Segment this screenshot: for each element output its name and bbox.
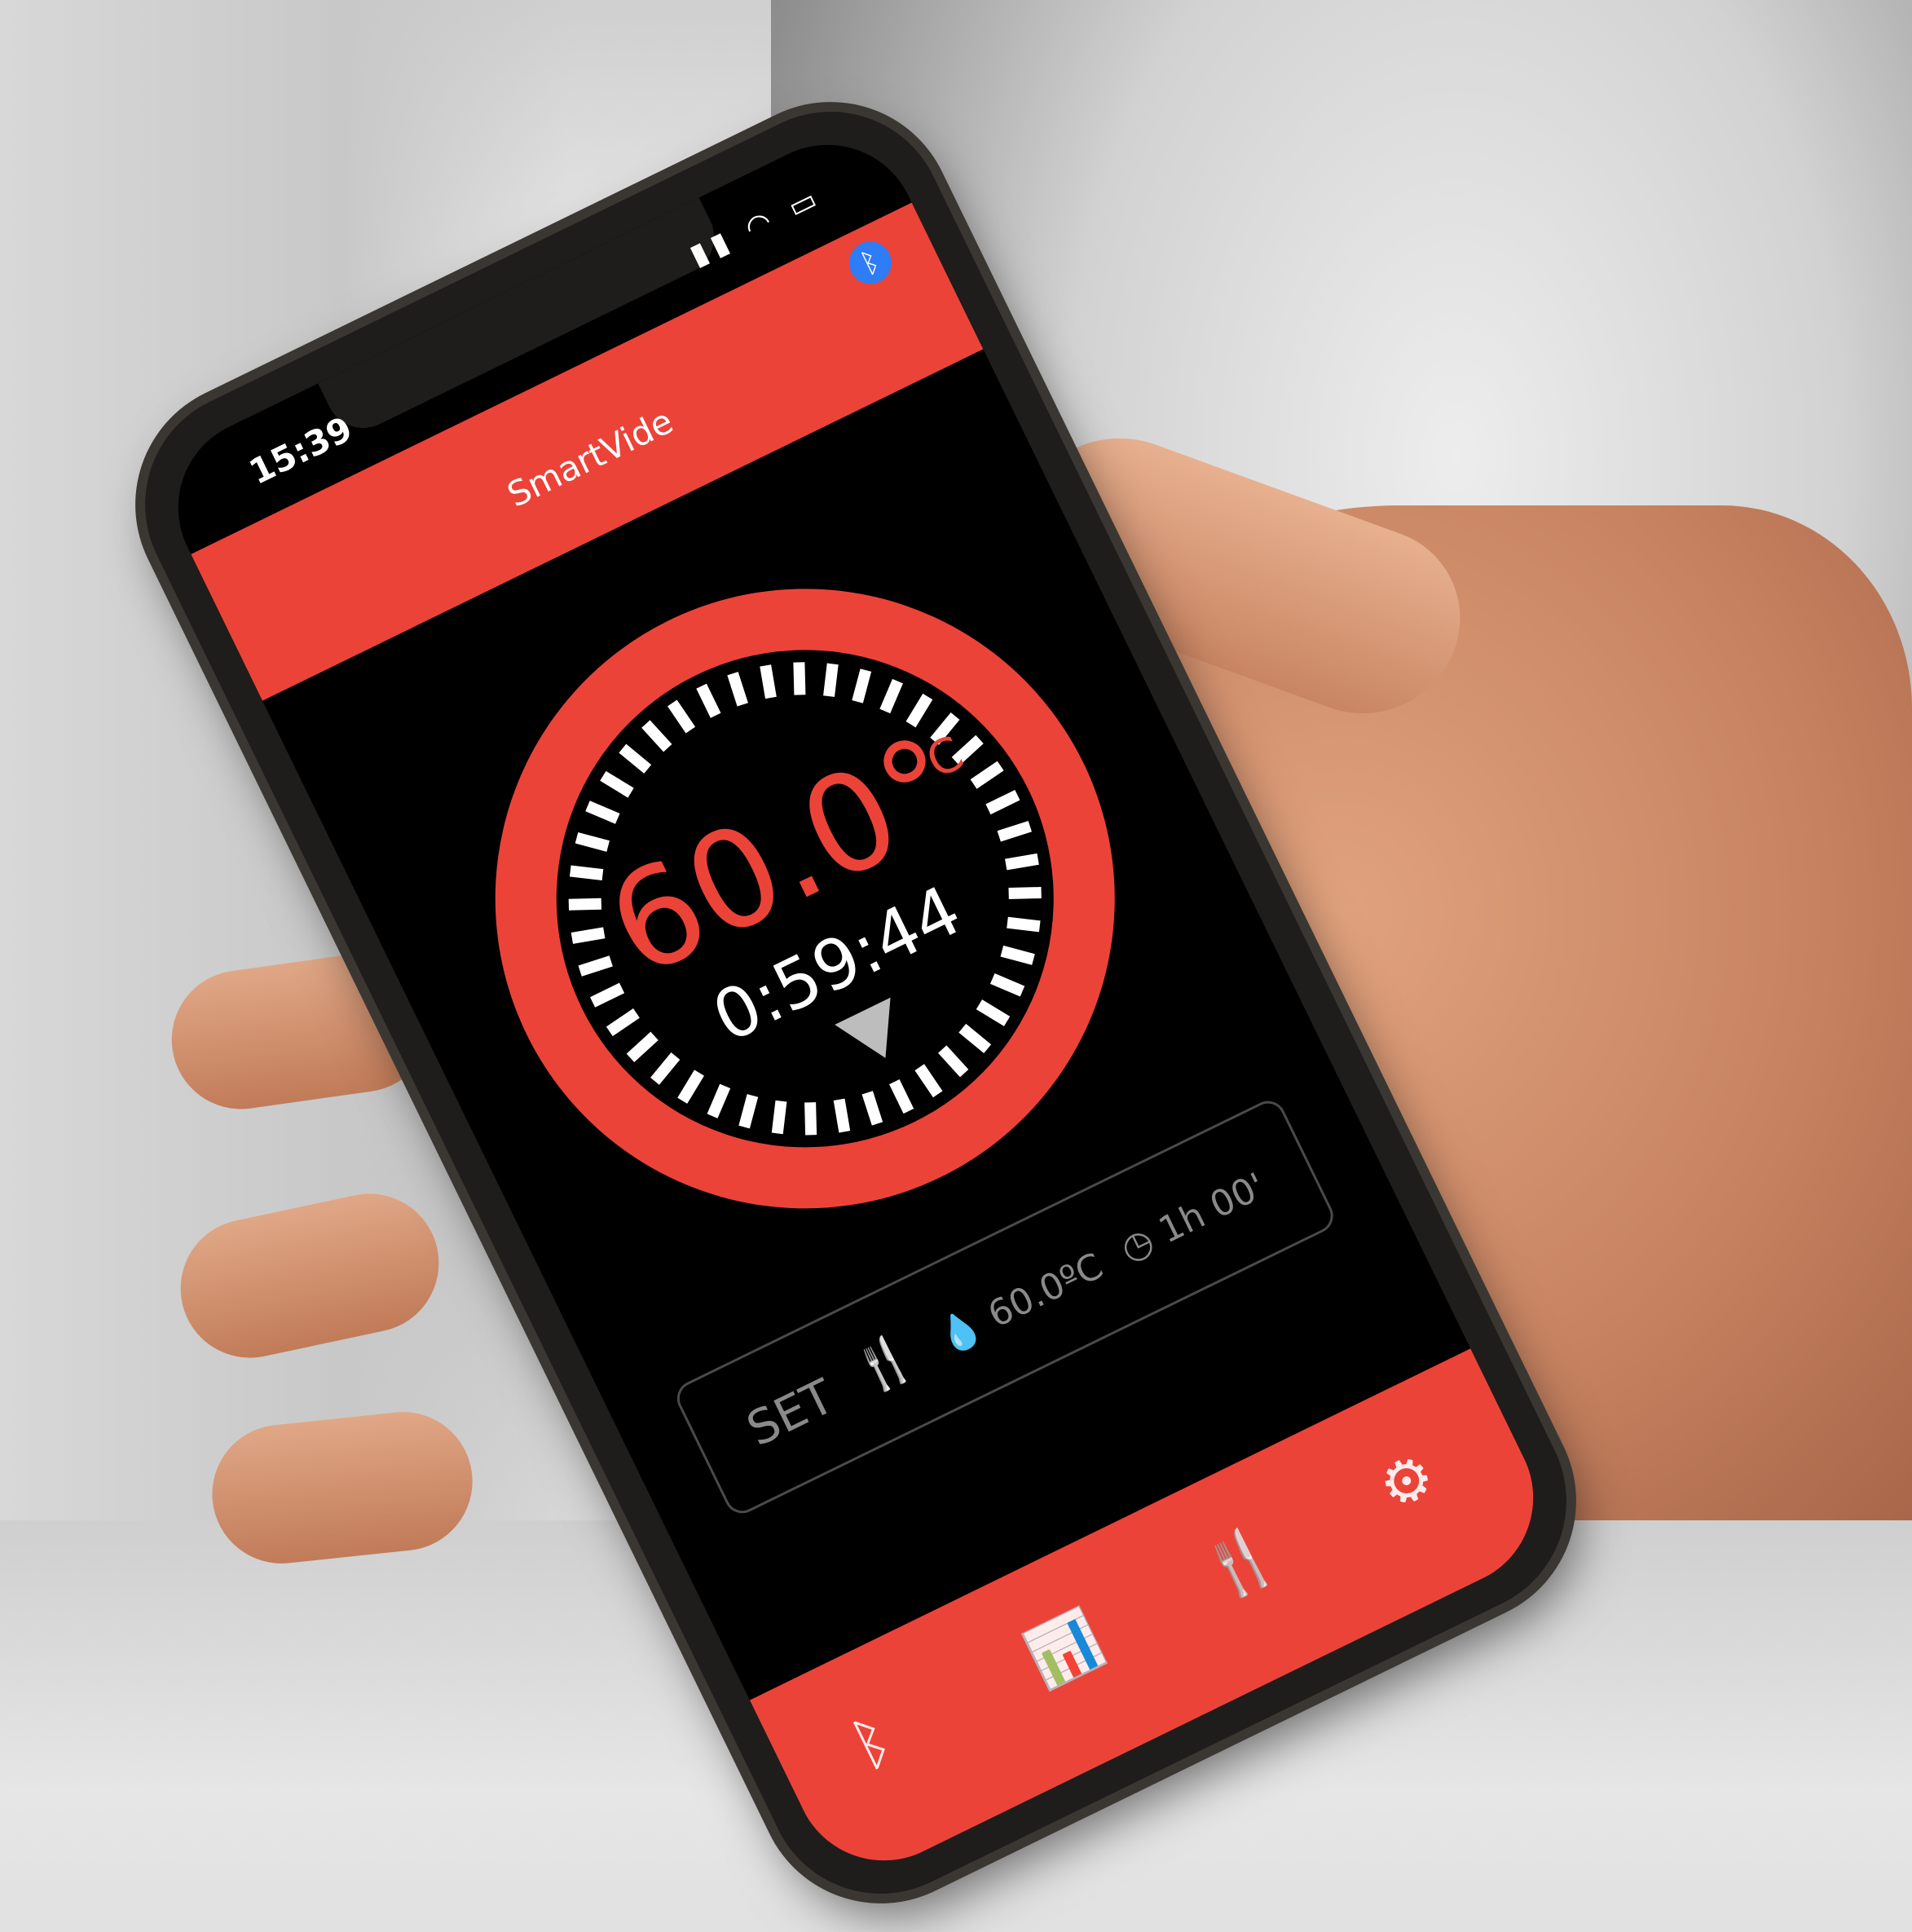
target-temperature: 💧 60.0ºC: [931, 1245, 1110, 1361]
bluetooth-icon[interactable]: ᛒ: [842, 234, 899, 292]
tab-recipes-icon[interactable]: 🍴: [1192, 1515, 1289, 1610]
set-label: SET: [738, 1368, 843, 1458]
tab-settings-icon[interactable]: ⚙: [1368, 1439, 1446, 1524]
target-temperature-value: 60.0ºC: [981, 1245, 1110, 1336]
tab-bluetooth-icon[interactable]: ᛒ: [840, 1704, 902, 1780]
tab-stats-icon[interactable]: 📊: [1016, 1602, 1112, 1696]
status-time: 15:39: [243, 408, 359, 492]
target-time-value: 1h 00': [1152, 1165, 1272, 1252]
target-time: ◷ 1h 00': [1113, 1165, 1272, 1271]
fork-icon: 🍴: [845, 1325, 923, 1401]
